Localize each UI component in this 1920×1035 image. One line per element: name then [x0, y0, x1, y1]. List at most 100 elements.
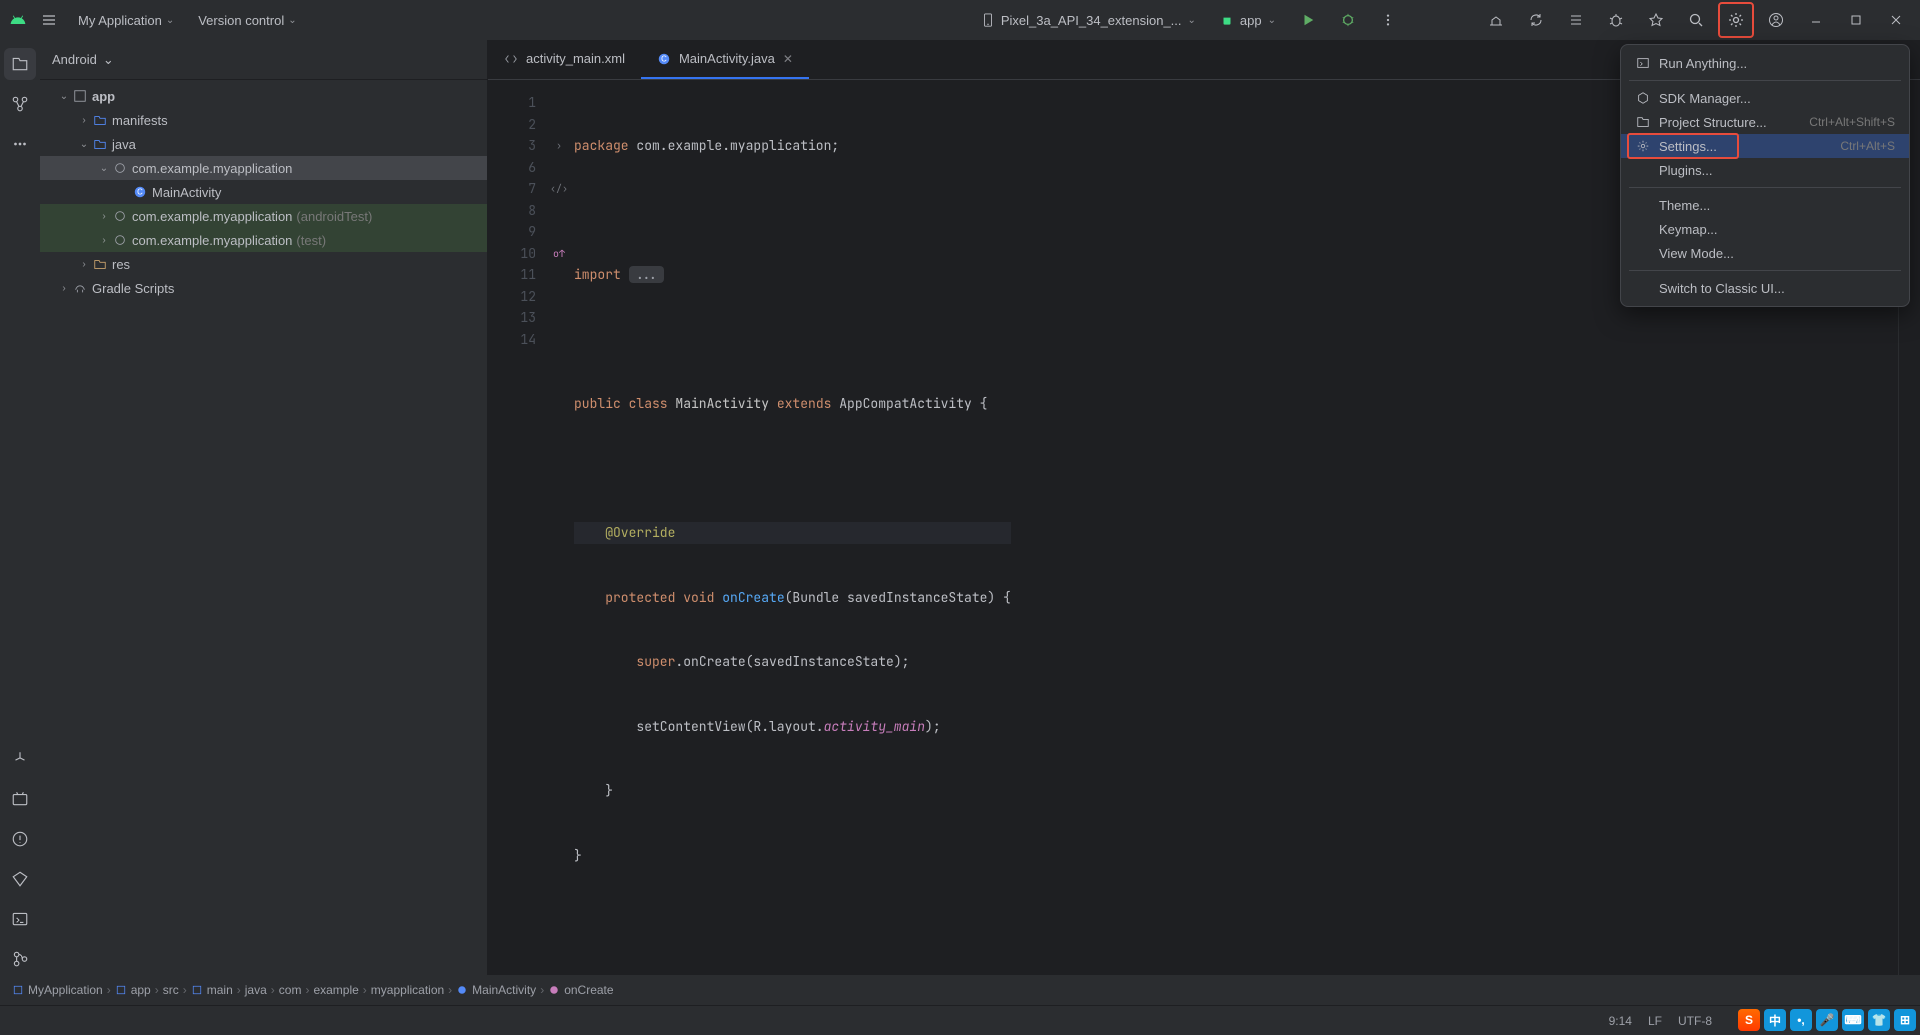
maximize-button[interactable]: [1840, 4, 1872, 36]
crumb[interactable]: MyApplication: [12, 983, 103, 997]
breadcrumb-bar: MyApplication› app› src› main› java› com…: [0, 975, 1920, 1005]
crumb[interactable]: MainActivity: [456, 983, 536, 997]
expand-icon: ›: [76, 115, 92, 126]
panel-title: Android: [52, 52, 97, 67]
ime-mic-icon[interactable]: 🎤: [1816, 1009, 1838, 1031]
vcs-dropdown[interactable]: Version control ⌄: [190, 9, 304, 32]
debug-button[interactable]: [1332, 4, 1364, 36]
run-config-selector[interactable]: app ⌄: [1212, 9, 1284, 32]
structure-icon: [1635, 115, 1651, 129]
build-variants-button[interactable]: [4, 743, 36, 775]
menu-sdk-manager[interactable]: SDK Manager...: [1621, 86, 1909, 110]
menu-classic-ui[interactable]: Switch to Classic UI...: [1621, 276, 1909, 300]
bug-icon[interactable]: [1600, 4, 1632, 36]
tree-package-main[interactable]: ⌄com.example.myapplication: [40, 156, 487, 180]
chevron-down-icon: ⌄: [1268, 15, 1276, 26]
logcat-button[interactable]: [4, 783, 36, 815]
problems-button[interactable]: [4, 823, 36, 855]
tree-main-activity[interactable]: CMainActivity: [40, 180, 487, 204]
tree-suffix: (test): [296, 233, 326, 248]
code-icon[interactable]: ‹/›: [544, 178, 574, 200]
menu-view-mode[interactable]: View Mode...: [1621, 241, 1909, 265]
ime-punct-icon[interactable]: •,: [1790, 1009, 1812, 1031]
expand-icon: ⌄: [76, 139, 92, 150]
ime-menu-icon[interactable]: ⊞: [1894, 1009, 1916, 1031]
ime-sogou-icon[interactable]: S: [1738, 1009, 1760, 1031]
tree-gradle[interactable]: ›Gradle Scripts: [40, 276, 487, 300]
tree-app[interactable]: ⌄ app: [40, 84, 487, 108]
svg-text:C: C: [137, 188, 143, 197]
menu-run-anything[interactable]: Run Anything...: [1621, 51, 1909, 75]
fold-badge[interactable]: ...: [629, 266, 664, 283]
menu-separator: [1629, 270, 1901, 271]
line-separator[interactable]: LF: [1648, 1014, 1662, 1028]
gradle-icon: [72, 280, 88, 296]
file-encoding[interactable]: UTF-8: [1678, 1014, 1712, 1028]
project-name-label: My Application: [78, 13, 162, 28]
menu-theme[interactable]: Theme...: [1621, 193, 1909, 217]
ime-lang-icon[interactable]: 中: [1764, 1009, 1786, 1031]
crumb[interactable]: myapplication: [371, 983, 444, 997]
main-menu-button[interactable]: [36, 7, 62, 33]
run-button[interactable]: [1292, 4, 1324, 36]
project-tool-button[interactable]: [4, 48, 36, 80]
tree-package-test[interactable]: ›com.example.myapplication(test): [40, 228, 487, 252]
list-icon[interactable]: [1560, 4, 1592, 36]
status-bar: 9:14 LF UTF-8: [0, 1005, 1920, 1035]
ime-keyboard-icon[interactable]: ⌨: [1842, 1009, 1864, 1031]
project-name-dropdown[interactable]: My Application ⌄: [70, 9, 182, 32]
menu-project-structure[interactable]: Project Structure...Ctrl+Alt+Shift+S: [1621, 110, 1909, 134]
search-icon[interactable]: [1680, 4, 1712, 36]
close-tab-icon[interactable]: ✕: [783, 52, 793, 66]
crumb[interactable]: app: [115, 983, 151, 997]
tree-label: Gradle Scripts: [92, 281, 174, 296]
override-icon[interactable]: o↑: [544, 243, 574, 265]
crumb[interactable]: onCreate: [548, 983, 613, 997]
settings-gear-button[interactable]: [1720, 4, 1752, 36]
crumb[interactable]: main: [191, 983, 233, 997]
xml-icon: [504, 52, 518, 66]
tree-manifests[interactable]: ›manifests: [40, 108, 487, 132]
crumb[interactable]: com: [279, 983, 302, 997]
tab-main-activity[interactable]: C MainActivity.java ✕: [641, 40, 809, 79]
menu-keymap[interactable]: Keymap...: [1621, 217, 1909, 241]
tree-res[interactable]: ›res: [40, 252, 487, 276]
left-toolbar: [0, 40, 40, 975]
structure-tool-button[interactable]: [4, 88, 36, 120]
tree-label: com.example.myapplication: [132, 233, 292, 248]
account-icon[interactable]: [1760, 4, 1792, 36]
expand-icon: ⌄: [56, 91, 72, 102]
more-actions-button[interactable]: [1372, 4, 1404, 36]
code-area[interactable]: package com.example.myapplication; impor…: [574, 80, 1011, 975]
cursor-position[interactable]: 9:14: [1609, 1014, 1632, 1028]
ime-skin-icon[interactable]: 👕: [1868, 1009, 1890, 1031]
terminal-button[interactable]: [4, 903, 36, 935]
sync-icon[interactable]: [1520, 4, 1552, 36]
tree-java[interactable]: ⌄java: [40, 132, 487, 156]
tree-label: com.example.myapplication: [132, 209, 292, 224]
gutter-icons: › ‹/› o↑: [544, 80, 574, 975]
menu-plugins[interactable]: Plugins...: [1621, 158, 1909, 182]
app-quality-button[interactable]: [4, 863, 36, 895]
fold-icon[interactable]: ›: [544, 135, 574, 157]
crumb[interactable]: src: [163, 983, 179, 997]
tree-package-androidtest[interactable]: ›com.example.myapplication(androidTest): [40, 204, 487, 228]
device-selector[interactable]: Pixel_3a_API_34_extension_... ⌄: [973, 9, 1204, 32]
build-icon[interactable]: [1480, 4, 1512, 36]
phone-icon: [981, 13, 995, 27]
more-tool-button[interactable]: [4, 128, 36, 160]
tab-activity-xml[interactable]: activity_main.xml: [488, 40, 641, 79]
close-button[interactable]: [1880, 4, 1912, 36]
tree-label: app: [92, 89, 115, 104]
expand-icon: ›: [96, 211, 112, 222]
menu-settings[interactable]: Settings... Ctrl+Alt+S: [1621, 134, 1909, 158]
crumb[interactable]: example: [313, 983, 358, 997]
crumb[interactable]: java: [245, 983, 267, 997]
vcs-tool-button[interactable]: [4, 943, 36, 975]
inspect-icon[interactable]: [1640, 4, 1672, 36]
project-panel: Android ⌄ ⌄app ›manifests ⌄java ⌄com.exa…: [40, 40, 488, 975]
minimize-button[interactable]: [1800, 4, 1832, 36]
module-icon: [72, 88, 88, 104]
package-icon: [112, 232, 128, 248]
chevron-down-icon[interactable]: ⌄: [103, 52, 114, 68]
